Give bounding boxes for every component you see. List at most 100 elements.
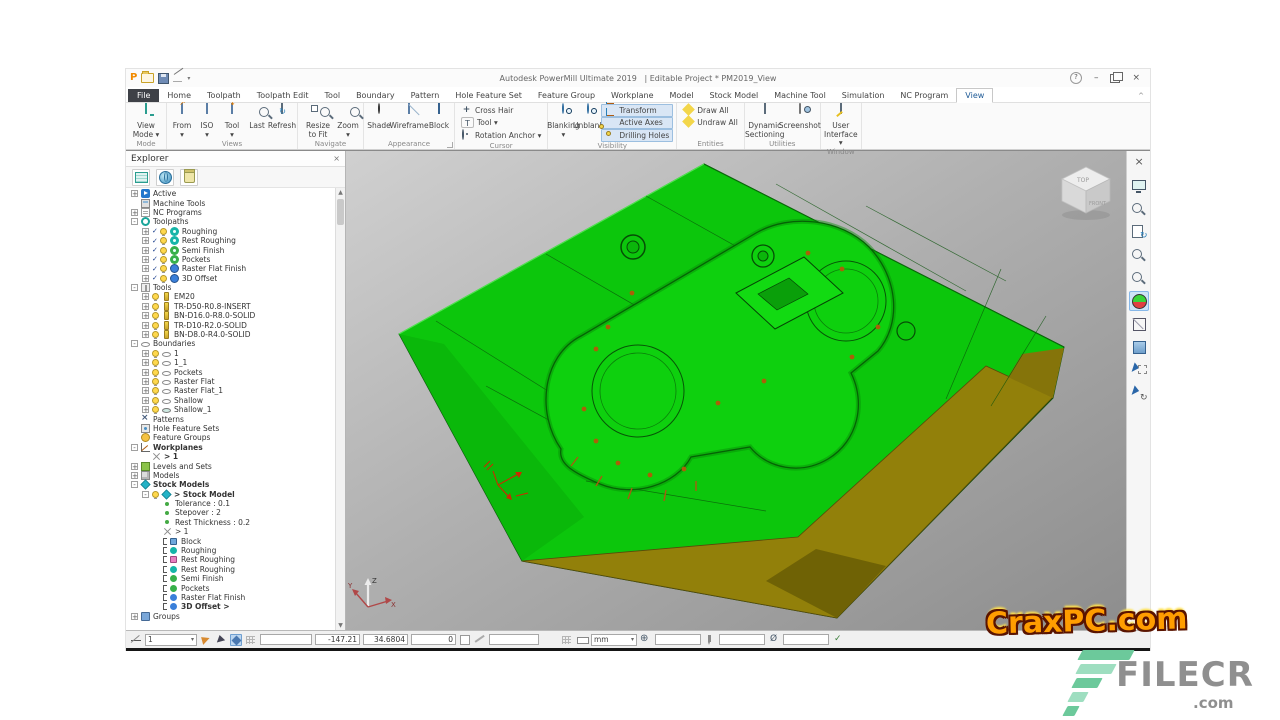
cursor-tool-button[interactable]: T Tool ▾: [458, 117, 544, 130]
bulb-icon[interactable]: [160, 256, 167, 263]
resize-to-fit-button[interactable]: Resizeto Fit: [301, 104, 335, 139]
user-interface-button[interactable]: UserInterface ▾: [824, 104, 858, 148]
tree-item[interactable]: Block: [126, 536, 345, 545]
tree-item[interactable]: + Levels and Sets: [126, 461, 345, 470]
tree-item[interactable]: + ✓ Raster Flat Finish: [126, 264, 345, 273]
expand-toggle-icon[interactable]: +: [142, 387, 149, 394]
ribbon-tab[interactable]: Boundary: [348, 89, 403, 102]
tree-item[interactable]: + Groups: [126, 612, 345, 621]
view-toolbar-button[interactable]: [1129, 314, 1149, 334]
view-toolbar-button[interactable]: [1129, 268, 1149, 288]
expand-toggle-icon[interactable]: -: [131, 340, 138, 347]
tree-item[interactable]: Tolerance : 0.1: [126, 499, 345, 508]
tree-item[interactable]: + EM20: [126, 292, 345, 301]
ribbon-collapse-icon[interactable]: ^: [1138, 92, 1144, 100]
tree-item[interactable]: + Models: [126, 471, 345, 480]
ribbon-tab[interactable]: Machine Tool: [766, 89, 834, 102]
bulb-icon[interactable]: [152, 406, 159, 413]
tree-item[interactable]: Hole Feature Sets: [126, 424, 345, 433]
target-field[interactable]: [655, 634, 701, 645]
tree-item[interactable]: + ✓ 3D Offset: [126, 274, 345, 283]
edit-field[interactable]: [489, 634, 539, 645]
expand-toggle-icon[interactable]: +: [142, 378, 149, 385]
tree-item[interactable]: - Workplanes: [126, 443, 345, 452]
ribbon-tab[interactable]: View: [956, 88, 993, 103]
quick-access-caret[interactable]: ▾: [187, 75, 190, 82]
3d-viewport[interactable]: TOP FRONT Z Y X: [346, 151, 1126, 630]
tree-item[interactable]: Roughing: [126, 546, 345, 555]
iso-button[interactable]: ISO▾: [195, 104, 219, 139]
gallery-launcher-icon[interactable]: [447, 142, 453, 148]
tree-item[interactable]: + Raster Flat_1: [126, 386, 345, 395]
tree-item[interactable]: - Tools: [126, 283, 345, 292]
viewcube-top-label[interactable]: TOP: [1076, 177, 1089, 184]
view-toolbar-button[interactable]: [1129, 291, 1149, 311]
from-button[interactable]: ↗ From▾: [170, 104, 194, 139]
expand-toggle-icon[interactable]: +: [131, 472, 138, 479]
bulb-icon[interactable]: [152, 397, 159, 404]
tree-item[interactable]: Rest Thickness : 0.2: [126, 518, 345, 527]
explorer-toolbar-button[interactable]: [132, 169, 150, 186]
tree-item[interactable]: + TR-D50-R0.8-INSERT: [126, 302, 345, 311]
bulb-icon[interactable]: [160, 275, 167, 282]
view-toolbar-button[interactable]: [1129, 222, 1149, 242]
drag-axes-icon[interactable]: [230, 634, 242, 646]
expand-toggle-icon[interactable]: -: [131, 218, 138, 225]
ribbon-tab[interactable]: Feature Group: [530, 89, 603, 102]
view-toolbar-button[interactable]: [1129, 337, 1149, 357]
expand-toggle-icon[interactable]: +: [142, 350, 149, 357]
view-toolbar-button[interactable]: [1129, 199, 1149, 219]
expand-toggle-icon[interactable]: -: [142, 491, 149, 498]
explorer-toolbar-button[interactable]: [180, 169, 198, 186]
rotation-anchor-button[interactable]: Rotation Anchor ▾: [458, 129, 544, 142]
expand-toggle-icon[interactable]: +: [142, 359, 149, 366]
expand-toggle-icon[interactable]: +: [142, 397, 149, 404]
screenshot-button[interactable]: Screenshot: [783, 104, 817, 131]
tree-item[interactable]: + Shallow_1: [126, 405, 345, 414]
fan-icon[interactable]: [200, 634, 212, 646]
tree-item[interactable]: - Stock Models: [126, 480, 345, 489]
tree-item[interactable]: Semi Finish: [126, 574, 345, 583]
tool-field[interactable]: [719, 634, 765, 645]
expand-toggle-icon[interactable]: +: [142, 312, 149, 319]
expand-toggle-icon[interactable]: +: [131, 463, 138, 470]
blanking-button[interactable]: Blanking▾: [551, 104, 575, 139]
ribbon-tab[interactable]: Workplane: [603, 89, 661, 102]
tree-item[interactable]: Feature Groups: [126, 433, 345, 442]
tree-item[interactable]: + Shallow: [126, 396, 345, 405]
expand-toggle-icon[interactable]: -: [131, 481, 138, 488]
explorer-scrollbar[interactable]: ▲ ▼: [335, 188, 345, 630]
view-toolbar-button[interactable]: [1129, 176, 1149, 196]
expand-toggle-icon[interactable]: +: [142, 237, 149, 244]
tree-item[interactable]: Rest Roughing: [126, 565, 345, 574]
help-icon[interactable]: ?: [1070, 72, 1082, 84]
bulb-icon[interactable]: [152, 491, 159, 498]
expand-toggle-icon[interactable]: +: [142, 322, 149, 329]
tree-item[interactable]: Raster Flat Finish: [126, 593, 345, 602]
tree-item[interactable]: Stepover : 2: [126, 508, 345, 517]
bulb-icon[interactable]: [160, 265, 167, 272]
explorer-toolbar-button[interactable]: [156, 169, 174, 186]
tool-view-button[interactable]: ↓ Tool▾: [220, 104, 244, 139]
bulb-icon[interactable]: [152, 359, 159, 366]
view-toolbar-button[interactable]: [1129, 153, 1149, 173]
bulb-icon[interactable]: [160, 247, 167, 254]
tree-item[interactable]: + Active: [126, 189, 345, 198]
tree-item[interactable]: + BN-D8.0-R4.0-SOLID: [126, 330, 345, 339]
coord-x-field[interactable]: -147.21: [315, 634, 360, 645]
minimize-icon[interactable]: –: [1094, 73, 1099, 83]
workplane-select[interactable]: 1▾: [145, 634, 197, 646]
expand-toggle-icon[interactable]: -: [131, 284, 138, 291]
ribbon-tab[interactable]: Pattern: [403, 89, 448, 102]
scrollbar-thumb[interactable]: [337, 199, 344, 225]
tree-item[interactable]: + ✓ Pockets: [126, 255, 345, 264]
units-select[interactable]: mm▾: [591, 634, 637, 646]
diameter-field[interactable]: [783, 634, 829, 645]
last-view-button[interactable]: Last: [245, 104, 269, 131]
expand-toggle-icon[interactable]: +: [142, 369, 149, 376]
scroll-up-icon[interactable]: ▲: [338, 188, 343, 197]
tree-item[interactable]: + TR-D10-R2.0-SOLID: [126, 320, 345, 329]
bulb-icon[interactable]: [152, 312, 159, 319]
tree-item[interactable]: > 1: [126, 527, 345, 536]
tree-item[interactable]: + ✓ Rest Roughing: [126, 236, 345, 245]
